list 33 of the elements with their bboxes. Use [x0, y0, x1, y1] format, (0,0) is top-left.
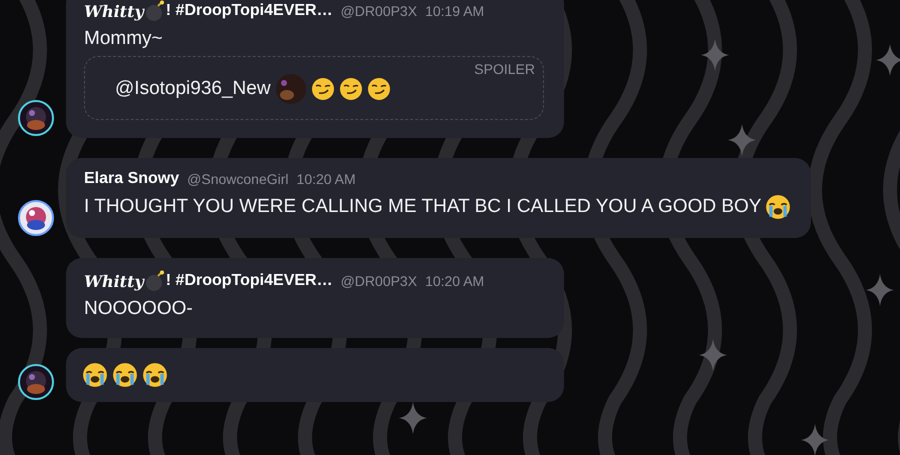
sparkle-icon	[801, 424, 829, 455]
sparkle-icon	[866, 274, 894, 306]
sparkle-icon	[399, 402, 427, 434]
crying-face-icon	[765, 194, 792, 220]
smirking-face-icon	[310, 77, 335, 101]
spoiler-box[interactable]: SPOILER @Isotopi936_New	[84, 56, 544, 120]
message-text: NOOOOOO-	[84, 298, 193, 320]
timestamp: 10:20 AM	[425, 273, 484, 289]
username: @SnowconeGirl	[187, 171, 289, 187]
sparkle-icon	[728, 124, 756, 156]
user-mention[interactable]: @Isotopi936_New	[115, 78, 271, 100]
smirking-face-icon	[366, 77, 391, 101]
author-name[interactable]: ! #DroopTopi4EVER…	[166, 272, 333, 290]
bomb-icon	[144, 270, 166, 292]
smirking-face-icon	[338, 77, 363, 101]
timestamp: 10:19 AM	[425, 3, 484, 19]
sparkle-icon	[701, 39, 729, 71]
crying-face-icon	[82, 362, 108, 388]
message-text: Mommy~	[84, 28, 163, 50]
author-name[interactable]: Elara Snowy	[84, 170, 180, 188]
timestamp: 10:20 AM	[296, 171, 356, 187]
spoiler-label: SPOILER	[474, 61, 535, 77]
crying-face-icon	[112, 362, 138, 388]
author-name[interactable]: Whitty	[84, 272, 144, 290]
crying-face-icon	[142, 362, 168, 388]
sparkle-icon	[876, 44, 900, 76]
author-name[interactable]: ! #DroopTopi4EVER…	[166, 2, 333, 20]
author-name[interactable]: Whitty	[84, 2, 144, 20]
bomb-icon	[144, 0, 166, 22]
message-text: I THOUGHT YOU WERE CALLING ME THAT BC I CALLED YOU A GOOD BOY	[84, 196, 762, 218]
username: @DR00P3X	[340, 3, 418, 19]
sparkle-icon	[699, 339, 727, 371]
username: @DR00P3X	[340, 273, 418, 289]
